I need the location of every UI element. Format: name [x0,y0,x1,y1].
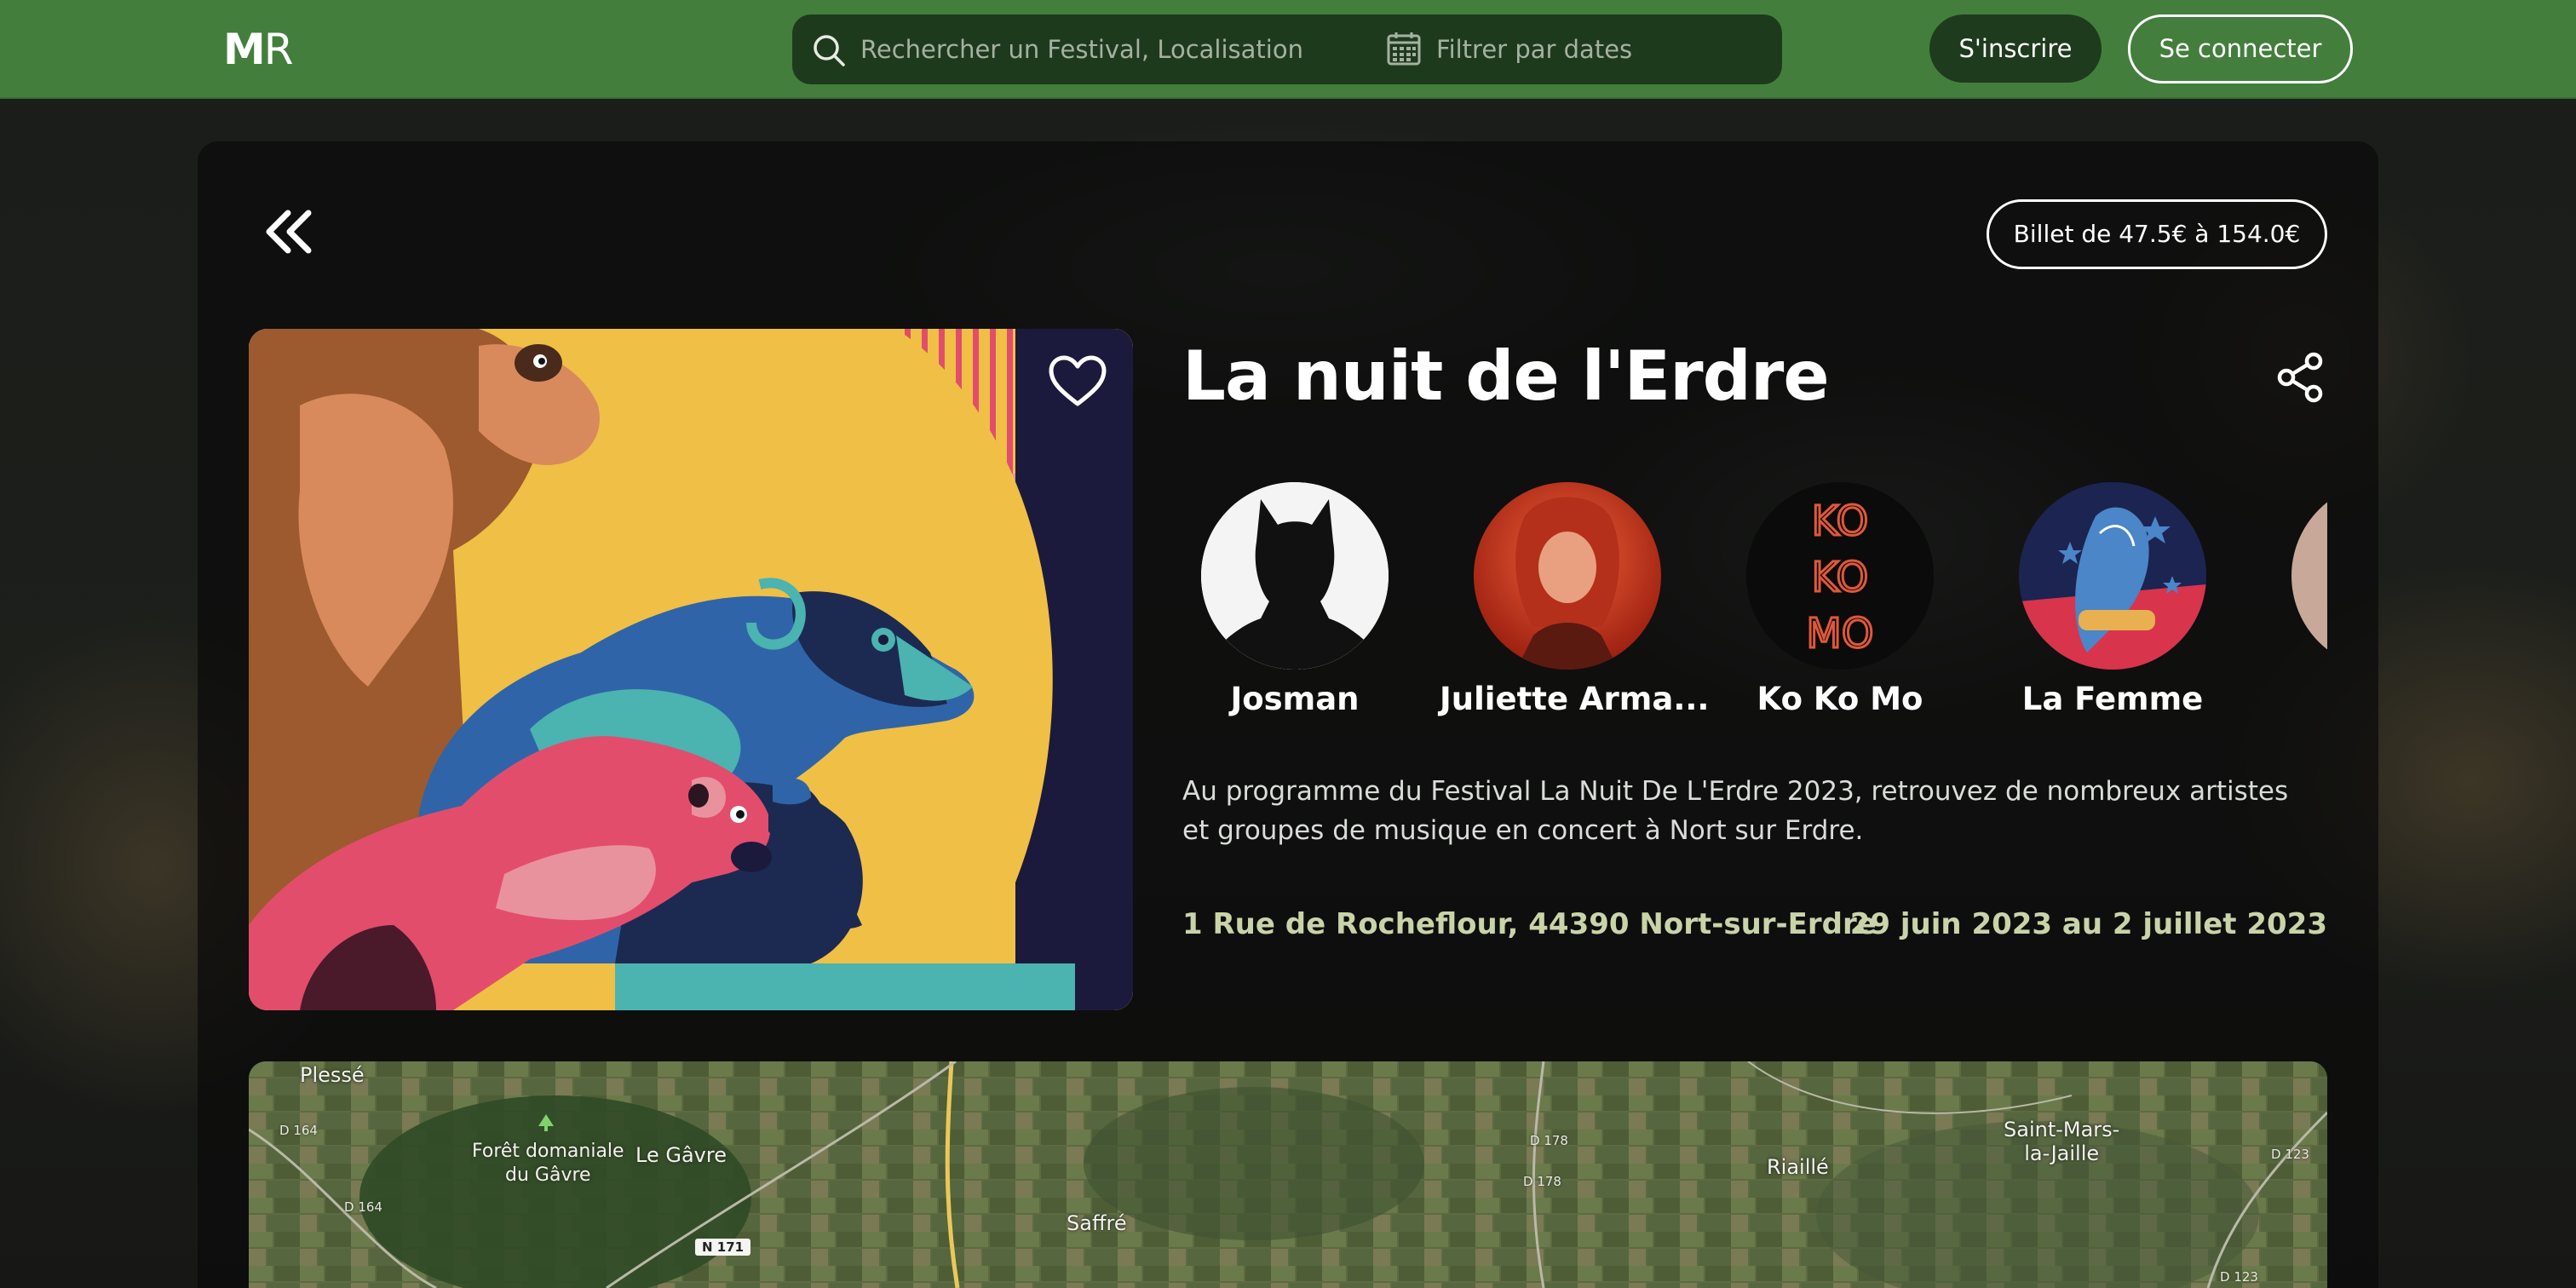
artist-avatar: KO KO MO [1746,482,1934,670]
artist-avatar [2291,482,2327,670]
tree-icon [538,1114,554,1131]
artist-card[interactable]: Juliette Arma... [1440,477,1710,733]
map-road-label: D 164 [344,1199,382,1215]
map-road-label: D 178 [1523,1174,1561,1189]
signup-button[interactable]: S'inscrire [1929,14,2102,83]
artist-card[interactable]: KO KO MO Ko Ko Mo [1712,477,1968,733]
festival-title: La nuit de l'Erdre [1182,336,1830,416]
artist-name: Josman [1230,681,1360,717]
map-place-label: Saint-Mars- la-Jaille [2004,1118,2120,1165]
heart-icon[interactable] [1048,354,1107,409]
map-road-label: D 123 [2220,1269,2258,1285]
artist-avatar [1474,482,1661,670]
artist-card[interactable]: Josman [1182,477,1423,733]
logo[interactable]: MR [223,25,294,74]
map-place-label: Saffré [1067,1211,1127,1235]
double-chevron-left-icon[interactable] [262,208,315,256]
festival-dates: 29 juin 2023 au 2 juillet 2023 [1849,907,2327,941]
map-place-label: Le Gâvre [635,1143,727,1167]
artist-card[interactable]: L [2257,477,2327,733]
date-filter[interactable]: Filtrer par dates [1436,32,1632,67]
map-place-label: Plessé [300,1063,365,1087]
artist-name: Juliette Arma... [1440,681,1710,717]
map-place-label: Riaillé [1767,1155,1829,1179]
calendar-icon[interactable] [1385,30,1423,67]
map-road-label: D 164 [279,1123,318,1138]
artist-name: La Femme [2021,681,2204,717]
map-road-label: D 123 [2271,1147,2309,1162]
artist-avatar [1201,482,1389,670]
logo-m: M [223,25,266,74]
artist-name: Ko Ko Mo [1757,681,1923,717]
login-button[interactable]: Se connecter [2128,14,2353,83]
artist-card[interactable]: La Femme [1985,477,2240,733]
kokomo-logo-row: KO [1812,497,1869,545]
share-icon[interactable] [2276,351,2326,404]
festival-description: Au programme du Festival La Nuit De L'Er… [1182,776,2289,846]
kokomo-logo-row: KO [1812,554,1869,601]
map-road-label: N 171 [695,1239,751,1256]
price-badge: Billet de 47.5€ à 154.0€ [1987,199,2327,269]
search-bar: Filtrer par dates [792,14,1782,84]
top-navbar: MR Filtrer par dates S'inscrire Se conne… [0,0,2576,99]
artist-carousel[interactable]: Josman Juliette Arma... KO KO MO Ko Ko M… [1182,477,2327,733]
festival-address: 1 Rue de Rocheflour, 44390 Nort-sur-Erdr… [1182,907,1877,941]
kokomo-logo-row: MO [1806,610,1873,658]
map-road-label: D 178 [1530,1133,1568,1148]
location-map[interactable]: Plessé Forêt domaniale du Gâvre Le Gâvre… [249,1061,2327,1288]
artist-avatar [2019,482,2206,670]
search-icon[interactable] [809,31,848,70]
logo-r: R [263,25,294,74]
festival-poster [249,329,1133,1010]
artist-name: L [2257,678,2327,721]
poster-illustration [249,329,1133,1010]
search-input[interactable] [860,30,1303,69]
map-place-label: Forêt domaniale du Gâvre [472,1141,624,1186]
